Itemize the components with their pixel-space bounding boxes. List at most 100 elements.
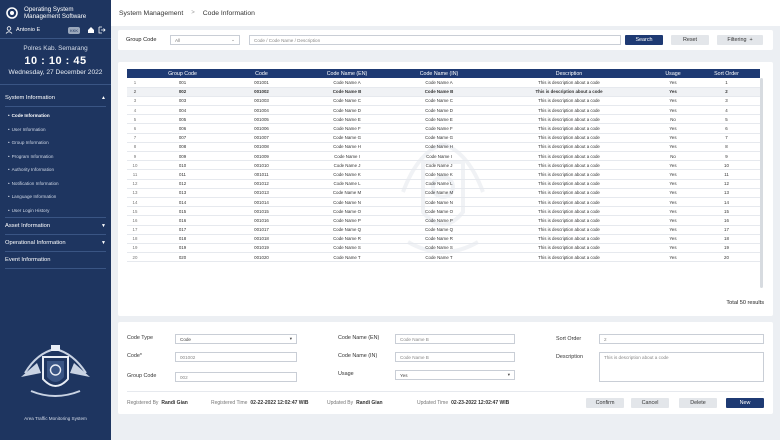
- cell-group-code: 006: [143, 123, 222, 134]
- reset-button[interactable]: Reset: [671, 35, 709, 45]
- description-label: Description: [556, 354, 583, 360]
- user-name[interactable]: Antonio E: [16, 27, 40, 33]
- table-row[interactable]: 12 012 001012 Code Name L Code Name L This is…: [127, 179, 760, 189]
- sort-order-input[interactable]: 2: [599, 334, 764, 344]
- table-row[interactable]: 19 019 001019 Code Name S Code Name S This is…: [127, 243, 760, 254]
- header-sort-order[interactable]: Sort Order: [693, 69, 760, 78]
- row-index: 7: [127, 133, 143, 143]
- cell-usage: Yes: [653, 188, 693, 198]
- cell-code: 001015: [222, 206, 301, 217]
- table-row[interactable]: 9 009 001009 Code Name I Code Name I This is …: [127, 151, 760, 162]
- menu-system-information[interactable]: System Information ▲: [0, 90, 111, 106]
- delete-button[interactable]: Delete: [679, 398, 717, 408]
- table-scrollbar[interactable]: [760, 78, 763, 288]
- cell-group-code: 003: [143, 96, 222, 107]
- table-row[interactable]: 1 001 001001 Code Name A Code Name A This is …: [127, 78, 760, 88]
- table-row[interactable]: 20 020 001020 Code Name T Code Name T This is…: [127, 252, 760, 263]
- code-name-in-input[interactable]: Code Name B: [395, 352, 515, 362]
- cell-code-name-in: Code Name O: [393, 206, 485, 217]
- header-usage[interactable]: Usage: [653, 69, 693, 78]
- location-label: Polres Kab. Semarang: [23, 45, 88, 52]
- sidebar-item-group-information[interactable]: Group Information: [0, 136, 111, 150]
- cell-sort-order: 18: [693, 234, 760, 244]
- cell-group-code: 019: [143, 243, 222, 254]
- cell-usage: Yes: [653, 169, 693, 180]
- sidebar-item-language-information[interactable]: Language Information: [0, 190, 111, 204]
- filtering-button[interactable]: Filtering +: [717, 35, 763, 45]
- caret-down-icon: ▾: [289, 336, 292, 341]
- code-type-select[interactable]: Code ▾: [175, 334, 297, 344]
- cell-group-code: 011: [143, 169, 222, 180]
- table-row[interactable]: 13 013 001013 Code Name M Code Name M This is…: [127, 188, 760, 198]
- code-name-en-value: Code Name B: [400, 336, 429, 342]
- new-button[interactable]: New: [726, 398, 764, 408]
- sidebar-item-authority-information[interactable]: Authority Information: [0, 163, 111, 177]
- table-row[interactable]: 4 004 001004 Code Name D Code Name D This is …: [127, 105, 760, 116]
- table-row[interactable]: 11 011 001011 Code Name K Code Name K This is…: [127, 169, 760, 180]
- logout-icon[interactable]: [98, 26, 106, 34]
- cell-sort-order: 3: [693, 96, 760, 107]
- table-row[interactable]: 14 014 001014 Code Name N Code Name N This is…: [127, 197, 760, 208]
- search-input[interactable]: Code / Code Name / Description: [249, 35, 621, 45]
- header-description[interactable]: Description: [485, 69, 653, 78]
- cell-code-name-en: Code Name N: [301, 197, 393, 208]
- code-type-value: Code: [180, 336, 191, 342]
- sidebar-item-program-information[interactable]: Program Information: [0, 150, 111, 164]
- sidebar-item-code-information[interactable]: Code Information: [0, 109, 111, 123]
- header-code-name-en[interactable]: Code Name (EN): [301, 69, 393, 78]
- cell-description: This is description about a code: [485, 252, 653, 263]
- cancel-button[interactable]: Cancel: [631, 398, 669, 408]
- cell-group-code: 017: [143, 225, 222, 235]
- cell-code-name-in: Code Name D: [393, 105, 485, 116]
- usage-label: Usage: [338, 371, 354, 377]
- table-row[interactable]: 3 003 001003 Code Name C Code Name C This is …: [127, 96, 760, 107]
- search-button[interactable]: Search: [625, 35, 663, 45]
- cell-description: This is description about a code: [485, 114, 653, 125]
- cell-sort-order: 6: [693, 123, 760, 134]
- group-code-label: Group Code: [126, 37, 157, 43]
- code-input[interactable]: 001002: [175, 352, 297, 362]
- cell-sort-order: 20: [693, 252, 760, 263]
- row-index: 5: [127, 114, 143, 125]
- breadcrumb: System Management > Code Information: [111, 0, 780, 26]
- cell-usage: Yes: [653, 243, 693, 254]
- cell-usage: Yes: [653, 78, 693, 88]
- description-textarea[interactable]: This is description about a code: [599, 352, 764, 382]
- menu-asset-information[interactable]: Asset Information ▼: [0, 218, 111, 234]
- row-index: 19: [127, 243, 143, 254]
- sidebar-item-notification-information[interactable]: Notification Information: [0, 177, 111, 191]
- registered-time-info: Registered Time 02-22-2022 12:02:47 WIB: [211, 400, 309, 406]
- row-index: 20: [127, 252, 143, 263]
- table-row[interactable]: 16 016 001016 Code Name P Code Name P This is…: [127, 215, 760, 226]
- menu-operational-information[interactable]: Operational Information ▼: [0, 235, 111, 251]
- table-row[interactable]: 8 008 001008 Code Name H Code Name H This is …: [127, 142, 760, 153]
- breadcrumb-root[interactable]: System Management: [119, 10, 183, 17]
- cell-code-name-en: Code Name Q: [301, 225, 393, 235]
- language-badge[interactable]: KKK: [67, 26, 80, 34]
- table-row[interactable]: 18 018 001018 Code Name R Code Name R This is…: [127, 234, 760, 244]
- code-name-in-value: Code Name B: [400, 354, 429, 360]
- table-row[interactable]: 6 006 001006 Code Name F Code Name F This is …: [127, 123, 760, 134]
- header-group-code[interactable]: Group Code: [143, 69, 222, 78]
- cell-group-code: 016: [143, 215, 222, 226]
- table-row[interactable]: 10 010 001010 Code Name J Code Name J This is…: [127, 160, 760, 171]
- header-code-name-in[interactable]: Code Name (IN): [393, 69, 485, 78]
- sidebar-item-user-login-history[interactable]: User Login History: [0, 204, 111, 218]
- sidebar-item-user-information[interactable]: User Information: [0, 123, 111, 137]
- table-row[interactable]: 17 017 001017 Code Name Q Code Name Q This is…: [127, 225, 760, 235]
- table-row[interactable]: 7 007 001007 Code Name G Code Name G This is …: [127, 133, 760, 143]
- table-row[interactable]: 5 005 001005 Code Name E Code Name E This is …: [127, 114, 760, 125]
- home-icon[interactable]: [87, 26, 95, 34]
- header-code[interactable]: Code: [222, 69, 301, 78]
- usage-select[interactable]: Yes ▾: [395, 370, 515, 380]
- menu-event-information[interactable]: Event Information: [0, 252, 111, 268]
- confirm-button[interactable]: Confirm: [586, 398, 624, 408]
- group-code-select[interactable]: All ⌄: [170, 35, 240, 45]
- table-row[interactable]: 15 015 001015 Code Name O Code Name O This is…: [127, 206, 760, 217]
- breadcrumb-current: Code Information: [202, 9, 255, 17]
- group-code-input[interactable]: 002: [175, 372, 297, 382]
- cell-sort-order: 2: [693, 87, 760, 97]
- code-name-en-input[interactable]: Code Name B: [395, 334, 515, 344]
- table-row[interactable]: 2 002 001002 Code Name B Code Name B This is …: [127, 87, 760, 97]
- cell-sort-order: 14: [693, 197, 760, 208]
